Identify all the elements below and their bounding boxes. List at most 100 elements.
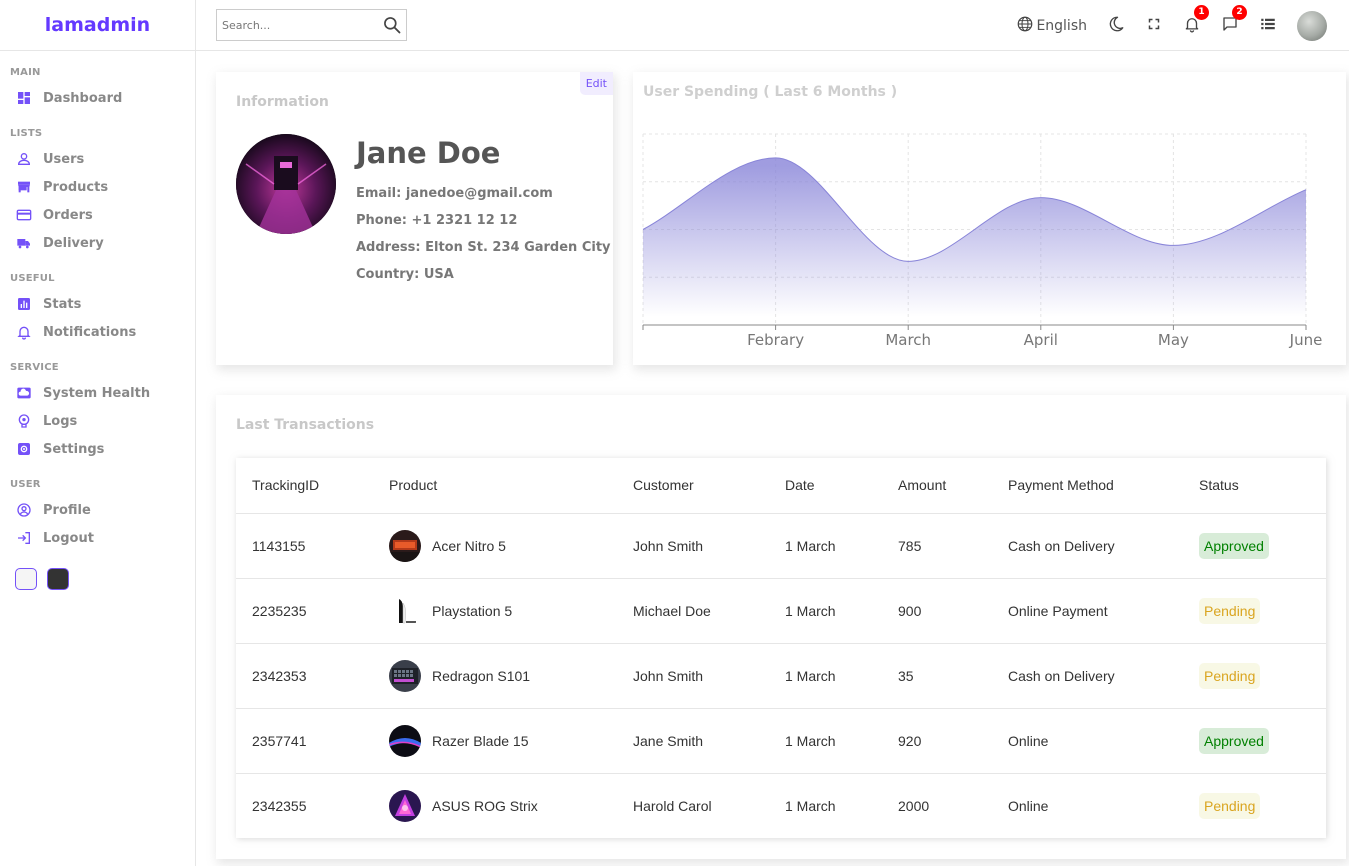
sidebar-item-dashboard[interactable]: Dashboard <box>10 84 195 112</box>
column-header[interactable]: Customer <box>617 458 769 514</box>
column-header[interactable]: Product <box>373 458 617 514</box>
profile-name: Jane Doe <box>356 136 501 170</box>
notifications-button[interactable]: 1 <box>1183 4 1209 37</box>
table-row[interactable]: 1143155 Acer Nitro 5 John Smith 1 March 785 C… <box>236 513 1326 579</box>
table-row[interactable]: 2342353 Redragon S101 John Smith 1 March 35 C… <box>236 643 1326 709</box>
dark-mode-toggle[interactable] <box>1107 15 1125 37</box>
detail-item: Country: USA <box>356 267 611 282</box>
fullscreen-button[interactable] <box>1145 15 1163 37</box>
product-thumbnail <box>389 659 421 692</box>
table-row[interactable]: 2235235 Playstation 5 Michael Doe 1 March 90… <box>236 578 1326 644</box>
information-title: Information <box>236 94 329 110</box>
amount-cell: 900 <box>882 578 992 644</box>
table-row[interactable]: 2342355 ASUS ROG Strix Harold Carol 1 March… <box>236 773 1326 838</box>
transactions-table: TrackingID Product Customer Date Amount Payme… <box>236 458 1326 838</box>
amount-cell: 35 <box>882 643 992 709</box>
product-thumbnail <box>389 594 421 627</box>
sidebar-item-label: Orders <box>43 207 93 223</box>
spending-chart-card: User Spending ( Last 6 Months ) Febrary M… <box>633 72 1346 365</box>
dashboard-icon <box>15 90 32 107</box>
status-cell: Approved <box>1183 708 1326 774</box>
profile-image <box>236 134 336 234</box>
column-header[interactable]: Payment Method <box>992 458 1183 514</box>
sidebar-item-label: Dashboard <box>43 90 123 106</box>
list-view-button[interactable] <box>1259 15 1277 37</box>
tracking-id-cell: 2357741 <box>236 708 373 774</box>
fullscreen-icon <box>1145 15 1163 37</box>
settings-icon <box>15 441 32 458</box>
transactions-title: Last Transactions <box>236 417 375 433</box>
bell-icon <box>15 324 32 341</box>
detail-list: Email: janedoe@gmail.com Phone: +1 2321 1… <box>356 186 611 282</box>
status-cell: Pending <box>1183 643 1326 709</box>
sidebar-item-profile[interactable]: Profile <box>10 496 195 524</box>
light-theme-button[interactable] <box>15 568 37 590</box>
payment-method-cell: Cash on Delivery <box>992 513 1183 579</box>
sidebar-nav: MAIN Dashboard LISTS Users Products Orders Del… <box>0 67 195 590</box>
table-row[interactable]: 2357741 Razer Blade 15 Jane Smith 1 March 92… <box>236 708 1326 774</box>
brain-icon <box>15 413 32 430</box>
globe-icon <box>1016 15 1034 37</box>
sidebar-item-settings[interactable]: Settings <box>10 435 195 463</box>
sidebar-item-label: System Health <box>43 385 151 401</box>
x-axis-tick-label: May <box>1158 331 1189 349</box>
edit-button[interactable]: Edit <box>579 72 613 95</box>
sidebar-item-products[interactable]: Products <box>10 173 195 201</box>
column-header[interactable]: Status <box>1183 458 1326 514</box>
sidebar-item-users[interactable]: Users <box>10 145 195 173</box>
list-icon <box>1259 15 1277 37</box>
top-navbar: English 1 2 <box>196 0 1349 51</box>
sidebar-item-delivery[interactable]: Delivery <box>10 229 195 257</box>
sidebar-item-logout[interactable]: Logout <box>10 524 195 552</box>
area-fill <box>643 157 1306 325</box>
payment-method-cell: Online <box>992 708 1183 774</box>
sidebar-item-stats[interactable]: Stats <box>10 290 195 318</box>
theme-options <box>15 568 195 590</box>
information-card: Edit Information Jane Doe Email: janedoe… <box>216 72 613 365</box>
product-thumbnail <box>389 789 421 822</box>
product-cell: Acer Nitro 5 <box>373 513 617 579</box>
dark-theme-button[interactable] <box>47 568 69 590</box>
date-cell: 1 March <box>769 578 882 644</box>
payment-method-cell: Cash on Delivery <box>992 643 1183 709</box>
detail-value: +1 2321 12 12 <box>411 213 518 228</box>
product-cell: ASUS ROG Strix <box>373 773 617 838</box>
column-header[interactable]: Amount <box>882 458 992 514</box>
cloud-icon <box>15 385 32 402</box>
sidebar-item-label: Logout <box>43 530 94 546</box>
sidebar-item-notifications[interactable]: Notifications <box>10 318 195 346</box>
status-cell: Pending <box>1183 578 1326 644</box>
detail-key: Phone: <box>356 213 407 228</box>
user-avatar[interactable] <box>1297 10 1327 41</box>
detail-key: Country: <box>356 267 420 282</box>
account-circle-icon <box>15 502 32 519</box>
sidebar-item-orders[interactable]: Orders <box>10 201 195 229</box>
status-cell: Pending <box>1183 773 1326 838</box>
logo-area: lamadmin <box>0 0 195 51</box>
search-input[interactable] <box>222 18 382 32</box>
section-title: LISTS <box>10 128 43 139</box>
customer-cell: Michael Doe <box>617 578 769 644</box>
search-icon[interactable] <box>382 15 402 35</box>
status-badge: Pending <box>1199 662 1261 689</box>
column-header[interactable]: TrackingID <box>236 458 373 514</box>
sidebar-item-label: Users <box>43 151 85 167</box>
customer-cell: Jane Smith <box>617 708 769 774</box>
sidebar-item-label: Products <box>43 179 109 195</box>
product-name: Acer Nitro 5 <box>432 537 506 554</box>
payment-method-cell: Online Payment <box>992 578 1183 644</box>
product-name: Redragon S101 <box>432 667 531 684</box>
sidebar-item-logs[interactable]: Logs <box>10 407 195 435</box>
customer-cell: John Smith <box>617 513 769 579</box>
logo[interactable]: lamadmin <box>45 14 150 36</box>
messages-button[interactable]: 2 <box>1221 4 1247 37</box>
column-header[interactable]: Date <box>769 458 882 514</box>
language-selector[interactable]: English <box>1016 15 1087 37</box>
language-label: English <box>1036 17 1087 34</box>
sidebar-item-system-health[interactable]: System Health <box>10 379 195 407</box>
x-axis-tick-label: April <box>1024 331 1058 349</box>
detail-value: janedoe@gmail.com <box>405 186 553 201</box>
table-header-row: TrackingID Product Customer Date Amount Payme… <box>236 458 1326 514</box>
product-cell: Redragon S101 <box>373 643 617 709</box>
detail-item: Email: janedoe@gmail.com <box>356 186 611 201</box>
